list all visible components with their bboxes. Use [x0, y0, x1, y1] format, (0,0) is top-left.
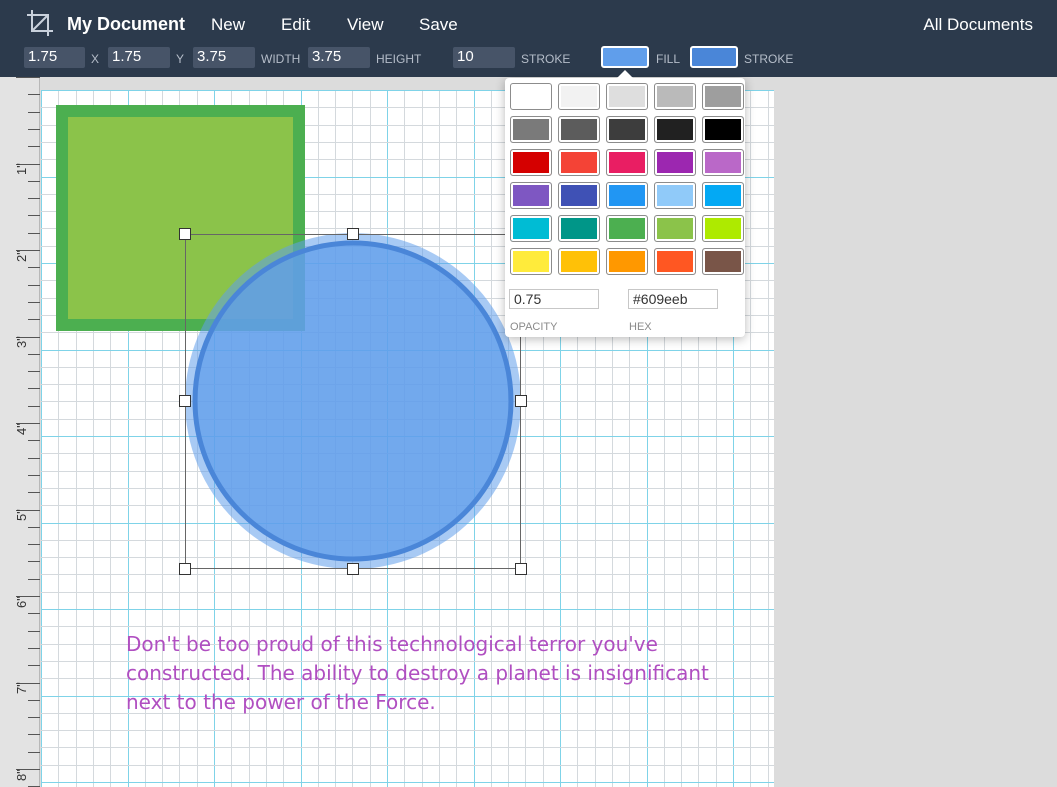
color-swatch[interactable]	[558, 182, 600, 209]
opacity-label: OPACITY	[510, 321, 558, 333]
canvas-text[interactable]: Don't be too proud of this technological…	[126, 630, 746, 717]
color-swatch[interactable]	[510, 248, 552, 275]
color-swatch[interactable]	[702, 182, 744, 209]
color-swatch[interactable]	[606, 83, 648, 110]
ruler-label: 1"	[14, 163, 29, 175]
menu-save[interactable]: Save	[419, 15, 458, 35]
color-swatch[interactable]	[510, 116, 552, 143]
opacity-input[interactable]: 0.75	[509, 289, 599, 309]
menu-edit[interactable]: Edit	[281, 15, 310, 35]
color-swatch[interactable]	[558, 149, 600, 176]
ruler-label: 3"	[14, 336, 29, 348]
resize-handle-top[interactable]	[347, 228, 359, 240]
ruler-label: 8"	[14, 768, 29, 781]
all-documents-link[interactable]: All Documents	[923, 15, 1033, 35]
height-field[interactable]: 3.75	[308, 47, 370, 68]
fill-label: FILL	[656, 52, 681, 66]
color-swatch[interactable]	[606, 116, 648, 143]
color-swatch-grid	[510, 83, 744, 275]
ruler-label: 7"	[14, 682, 29, 694]
vertical-ruler: 1" 2" 3" 4" 5" 6" 7" 8"	[0, 77, 40, 787]
selection-box	[185, 234, 521, 569]
color-swatch[interactable]	[510, 83, 552, 110]
menu-new[interactable]: New	[211, 15, 245, 35]
color-swatch[interactable]	[654, 215, 696, 242]
color-swatch[interactable]	[654, 248, 696, 275]
stroke-width-label: STROKE	[521, 52, 571, 66]
resize-handle-bottom-right[interactable]	[515, 563, 527, 575]
x-label: X	[91, 52, 100, 66]
crop-logo-icon[interactable]	[26, 9, 54, 37]
color-swatch[interactable]	[606, 248, 648, 275]
color-swatch[interactable]	[654, 182, 696, 209]
x-field[interactable]: 1.75	[24, 47, 85, 68]
y-label: Y	[176, 52, 185, 66]
color-swatch[interactable]	[654, 83, 696, 110]
ruler-label: 2"	[14, 249, 29, 262]
hex-input[interactable]: #609eeb	[628, 289, 718, 309]
document-title[interactable]: My Document	[67, 14, 185, 35]
stroke-color-label: STROKE	[744, 52, 794, 66]
color-swatch[interactable]	[702, 248, 744, 275]
color-swatch[interactable]	[606, 215, 648, 242]
color-swatch[interactable]	[654, 149, 696, 176]
color-swatch[interactable]	[654, 116, 696, 143]
y-field[interactable]: 1.75	[108, 47, 170, 68]
fill-color-button[interactable]	[601, 46, 649, 68]
stroke-color-button[interactable]	[690, 46, 738, 68]
color-swatch[interactable]	[558, 83, 600, 110]
color-swatch[interactable]	[510, 215, 552, 242]
width-field[interactable]: 3.75	[193, 47, 255, 68]
ruler-label: 6"	[14, 595, 29, 608]
ruler-label: 4"	[14, 422, 29, 435]
resize-handle-top-left[interactable]	[179, 228, 191, 240]
color-swatch[interactable]	[606, 182, 648, 209]
resize-handle-right[interactable]	[515, 395, 527, 407]
color-swatch[interactable]	[702, 83, 744, 110]
color-swatch[interactable]	[558, 116, 600, 143]
color-picker-popover: 0.75 #609eeb OPACITY HEX	[505, 78, 745, 337]
resize-handle-left[interactable]	[179, 395, 191, 407]
height-label: HEIGHT	[376, 52, 422, 66]
color-swatch[interactable]	[606, 149, 648, 176]
color-swatch[interactable]	[558, 215, 600, 242]
stroke-width-field[interactable]: 10	[453, 47, 515, 68]
color-swatch[interactable]	[702, 116, 744, 143]
resize-handle-bottom-left[interactable]	[179, 563, 191, 575]
color-swatch[interactable]	[702, 215, 744, 242]
width-label: WIDTH	[261, 52, 301, 66]
menu-view[interactable]: View	[347, 15, 384, 35]
top-toolbar: My Document New Edit View Save All Docum…	[0, 0, 1057, 77]
color-swatch[interactable]	[558, 248, 600, 275]
color-swatch[interactable]	[702, 149, 744, 176]
color-swatch[interactable]	[510, 149, 552, 176]
ruler-label: 5"	[14, 509, 29, 521]
hex-label: HEX	[629, 321, 652, 333]
color-swatch[interactable]	[510, 182, 552, 209]
popover-arrow	[616, 70, 634, 79]
resize-handle-bottom[interactable]	[347, 563, 359, 575]
